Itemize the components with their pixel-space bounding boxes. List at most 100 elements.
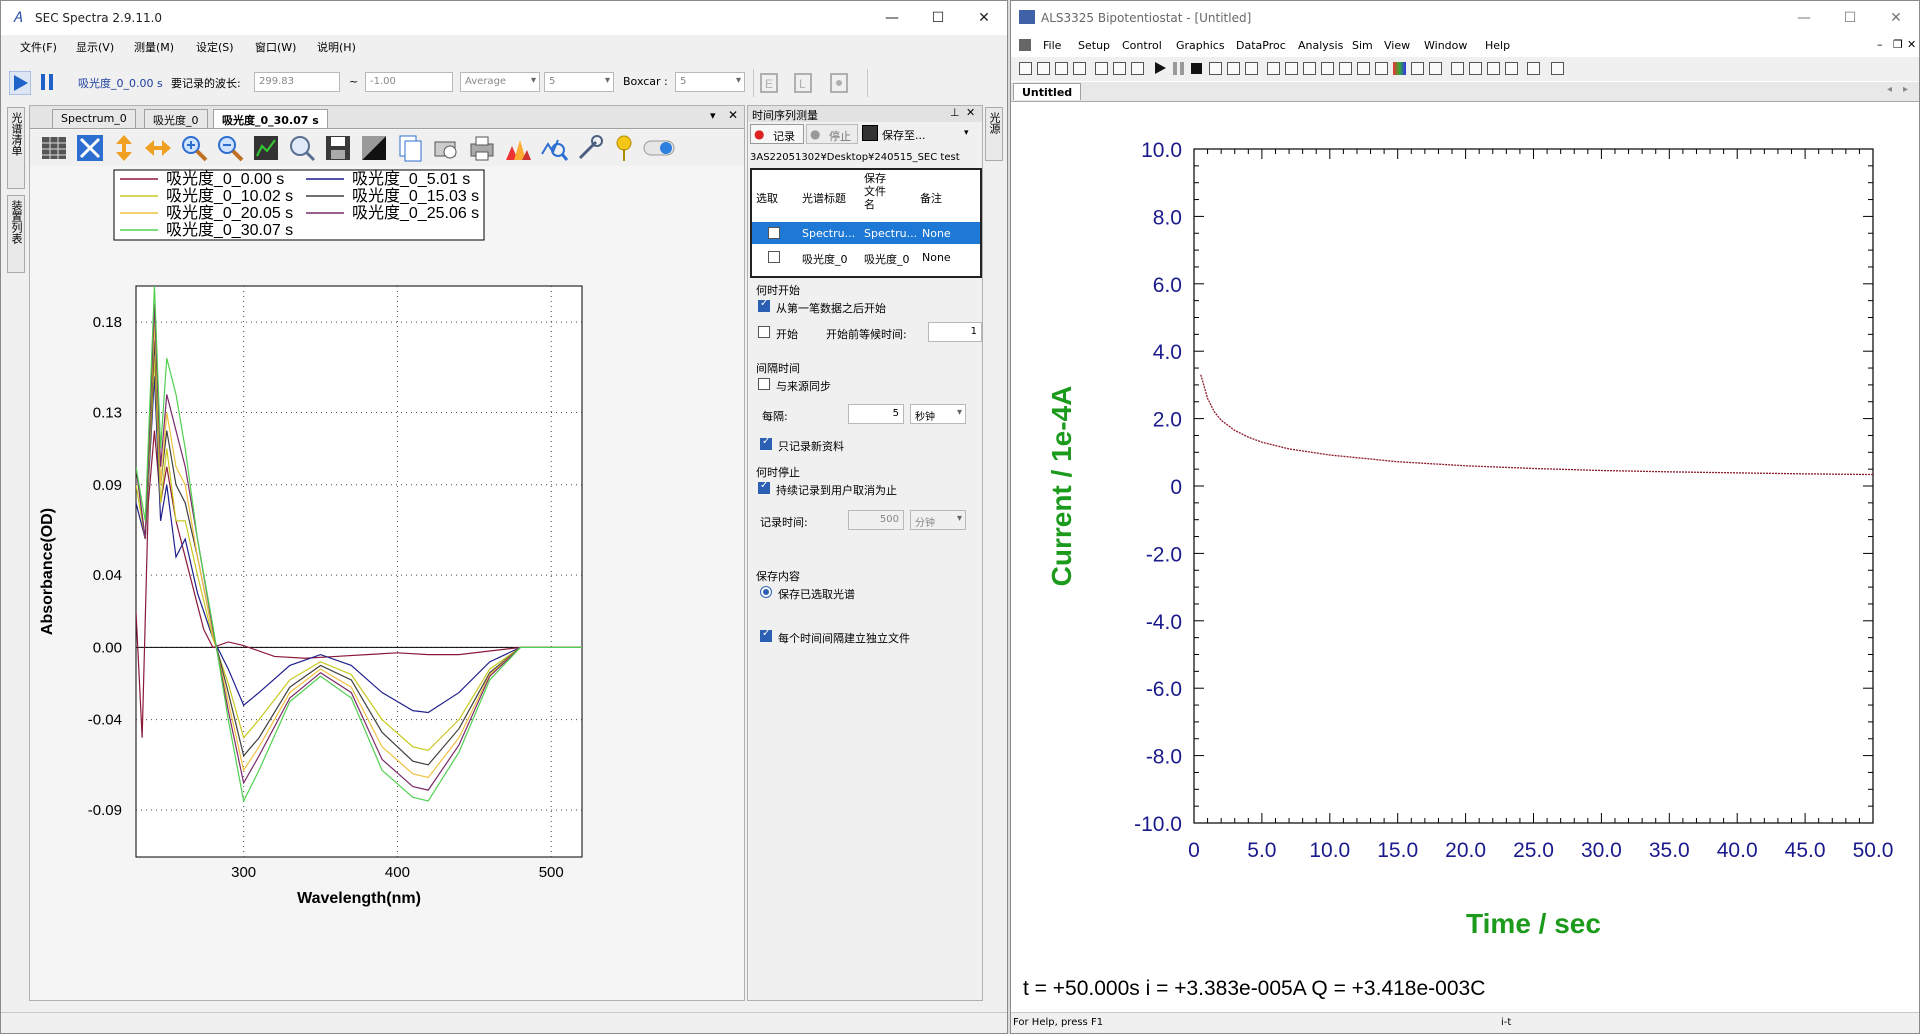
table-row[interactable]: Spectru... Spectru... None	[752, 222, 980, 244]
record-button[interactable]: ● 记录	[750, 124, 804, 144]
new-icon[interactable]	[1019, 62, 1032, 75]
save-dropdown-icon[interactable]: ▾	[964, 128, 969, 138]
overlay-icon[interactable]	[1339, 62, 1352, 75]
semi-deriv-icon[interactable]	[1505, 62, 1518, 75]
smooth-icon[interactable]	[1451, 62, 1464, 75]
average-mode-select[interactable]: Average	[460, 72, 540, 92]
zoom-icon[interactable]	[1285, 62, 1298, 75]
wavelength-to-input[interactable]: -1.00	[365, 72, 453, 92]
table-row[interactable]: 吸光度_0 吸光度_0 None	[752, 246, 980, 268]
integral-icon[interactable]	[1487, 62, 1500, 75]
save-selected-radio[interactable]	[760, 586, 772, 598]
menu-window[interactable]: 窗口(W)	[255, 39, 296, 55]
close-icon[interactable]: ✕	[1873, 1, 1919, 35]
only-new-checkbox[interactable]	[760, 436, 772, 450]
minimize-icon[interactable]: —	[1781, 1, 1827, 35]
technique-icon[interactable]	[1095, 62, 1108, 75]
every-unit-select[interactable]: 秒钟	[910, 404, 966, 424]
graph-option-icon[interactable]	[1375, 62, 1388, 75]
derivative-icon[interactable]	[1469, 62, 1482, 75]
zoom-out-icon[interactable]	[216, 134, 244, 162]
boxcar-select[interactable]: 5	[675, 72, 745, 92]
wait-before-start-input[interactable]: 1	[928, 322, 982, 342]
menu-view[interactable]: 显示(V)	[76, 39, 114, 55]
table-icon[interactable]	[1527, 62, 1540, 75]
parameters-icon[interactable]	[1113, 62, 1126, 75]
current-time-chart[interactable]: 0 5.0 10.0 15.0 20.0 25.0 30.0 35.0 40.0 45.0 50.0…	[1011, 101, 1919, 1001]
record-time-unit-select[interactable]: 分钟	[910, 510, 966, 530]
graph-icon[interactable]	[1267, 62, 1280, 75]
until-cancel-checkbox[interactable]	[758, 480, 770, 494]
zoom-in-icon[interactable]	[180, 134, 208, 162]
peak-icon[interactable]	[1321, 62, 1334, 75]
ir-comp-icon[interactable]	[1227, 62, 1240, 75]
separate-files-checkbox[interactable]	[760, 628, 772, 642]
lamp-icon[interactable]: L	[791, 71, 821, 95]
print-preview-icon[interactable]	[432, 134, 460, 162]
manual-results-icon[interactable]	[1303, 62, 1316, 75]
run-icon[interactable]	[1155, 62, 1166, 74]
menu-help[interactable]: Help	[1485, 39, 1510, 52]
menu-graphics[interactable]: Graphics	[1176, 39, 1225, 52]
toggle-icon[interactable]	[642, 134, 676, 162]
print-icon[interactable]	[468, 134, 496, 162]
tab-scroll-left-icon[interactable]: ◂	[1887, 84, 1892, 95]
menu-settings[interactable]: 设定(S)	[196, 39, 234, 55]
shutter-icon[interactable]	[827, 71, 857, 95]
light-source-tab[interactable]: 光源	[985, 107, 1003, 161]
wavelength-from-input[interactable]: 299.83	[254, 72, 340, 92]
menu-window[interactable]: Window	[1424, 39, 1467, 52]
minimize-icon[interactable]: —	[869, 1, 915, 35]
save-to-button[interactable]: 保存至... ▾	[860, 124, 970, 144]
macro-icon[interactable]	[1131, 62, 1144, 75]
every-input[interactable]: 5	[848, 404, 904, 424]
copy-icon[interactable]	[396, 134, 424, 162]
chart-settings-icon[interactable]	[252, 134, 280, 162]
color-icon[interactable]	[1393, 62, 1406, 75]
menu-view[interactable]: View	[1384, 39, 1410, 52]
fit-all-icon[interactable]	[76, 134, 104, 162]
fit-x-icon[interactable]	[144, 134, 172, 162]
save-icon[interactable]	[1055, 62, 1068, 75]
pause-icon[interactable]	[39, 72, 55, 92]
font-icon[interactable]	[1411, 62, 1424, 75]
start-checkbox[interactable]	[758, 326, 770, 338]
tab-list-dropdown-icon[interactable]: ▾	[710, 109, 716, 122]
spectrum-list-tab[interactable]: 光谱清单	[7, 107, 25, 189]
data-table-icon[interactable]	[40, 134, 68, 162]
average-count-select[interactable]: 5	[544, 72, 614, 92]
clear-icon[interactable]	[360, 134, 388, 162]
close-icon[interactable]: ✕	[961, 1, 1007, 35]
search-icon[interactable]	[288, 134, 316, 162]
save-icon[interactable]	[324, 134, 352, 162]
peak-search-icon[interactable]	[540, 134, 568, 162]
record-time-input[interactable]: 500	[848, 510, 904, 530]
menu-setup[interactable]: Setup	[1078, 39, 1110, 52]
menu-measure[interactable]: 测量(M)	[134, 39, 174, 55]
reverse-icon[interactable]	[1209, 62, 1222, 75]
stop-button[interactable]: ● 停止	[806, 124, 858, 144]
tab-spectrum-0[interactable]: Spectrum_0	[52, 109, 136, 128]
pin-icon[interactable]: ⊥	[950, 106, 960, 119]
tab-scroll-right-icon[interactable]: ▸	[1903, 84, 1908, 95]
copy-icon[interactable]	[1429, 62, 1442, 75]
tab-absorbance-0[interactable]: 吸光度_0	[144, 109, 208, 128]
panel-close-icon[interactable]: ✕	[966, 106, 975, 119]
device-list-tab[interactable]: 装置列表	[7, 195, 25, 273]
help-icon[interactable]	[1551, 62, 1564, 75]
menu-analysis[interactable]: Analysis	[1298, 39, 1343, 52]
play-icon[interactable]	[9, 71, 31, 95]
maximize-icon[interactable]: ☐	[915, 1, 961, 35]
row-checkbox[interactable]	[768, 227, 780, 239]
print-icon[interactable]	[1073, 62, 1086, 75]
spectrum-chart[interactable]: 300 400 500 0.18 0.13 0.09 0.04 0.00 -0.04 -0.09 W…	[30, 168, 744, 1000]
tab-untitled[interactable]: Untitled	[1013, 83, 1082, 100]
mdi-minimize-icon[interactable]: –	[1877, 38, 1883, 51]
menu-sim[interactable]: Sim	[1352, 39, 1373, 52]
menu-dataproc[interactable]: DataProc	[1236, 39, 1286, 52]
add-icon[interactable]	[1357, 62, 1370, 75]
fit-y-icon[interactable]	[112, 134, 136, 162]
menu-file[interactable]: File	[1043, 39, 1061, 52]
tab-absorbance-30s[interactable]: 吸光度_0_30.07 s	[213, 109, 328, 128]
row-checkbox[interactable]	[768, 251, 780, 263]
